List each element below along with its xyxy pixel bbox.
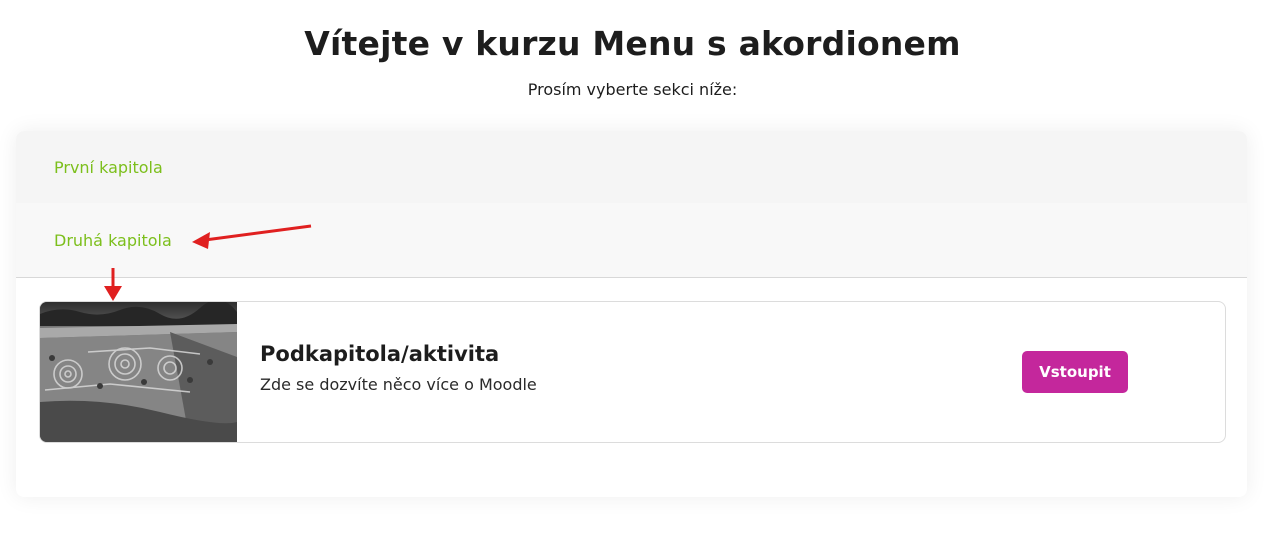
aerial-photo-image [40,302,237,442]
accordion: První kapitola Druhá kapitola Podkapitol… [16,131,1247,497]
accordion-section-label[interactable]: Druhá kapitola [54,231,172,250]
page-subtitle: Prosím vyberte sekci níže: [527,80,738,99]
enter-button[interactable]: Vstoupit [1022,351,1128,393]
page-title: Vítejte v kurzu Menu s akordionem [304,24,961,63]
accordion-section-druha-kapitola[interactable]: Druhá kapitola [16,203,1247,278]
accordion-section-label[interactable]: První kapitola [54,158,163,177]
activity-description: Zde se dozvíte něco více o Moodle [260,375,537,394]
activity-card: Podkapitola/aktivita Zde se dozvíte něco… [39,301,1226,443]
accordion-section-prvni-kapitola[interactable]: První kapitola [16,131,1247,203]
activity-title: Podkapitola/aktivita [260,342,500,366]
activity-thumbnail-image [40,302,237,442]
